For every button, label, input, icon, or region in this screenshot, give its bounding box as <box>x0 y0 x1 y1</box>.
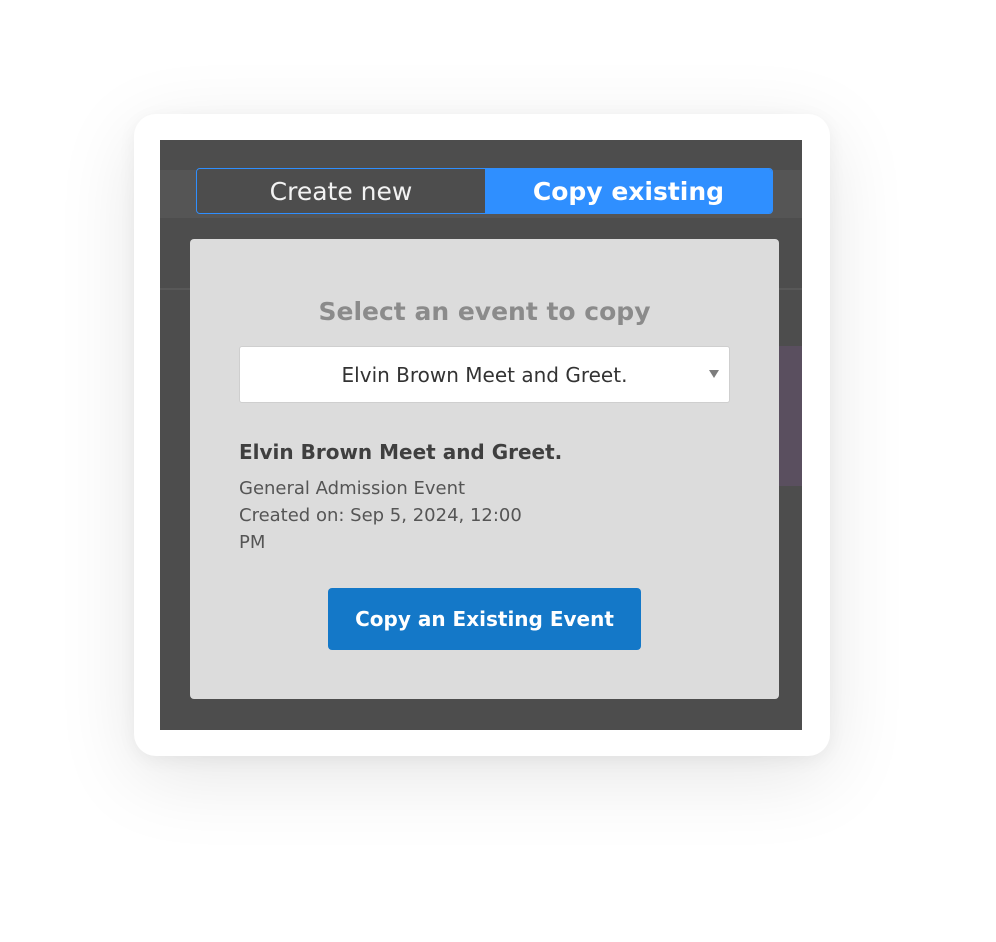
tab-copy-existing[interactable]: Copy existing <box>485 169 772 213</box>
event-detail-title: Elvin Brown Meet and Greet. <box>239 440 563 464</box>
event-mode-toggle: Create new Copy existing <box>196 168 773 214</box>
event-select[interactable]: Elvin Brown Meet and Greet. <box>239 346 730 403</box>
tab-create-new[interactable]: Create new <box>197 169 485 213</box>
event-select-value: Elvin Brown Meet and Greet. <box>341 362 628 387</box>
event-detail-type: General Admission Event <box>239 478 466 499</box>
copy-existing-event-button[interactable]: Copy an Existing Event <box>328 588 641 650</box>
chevron-down-icon <box>709 370 719 378</box>
modal-overlay: Create new Copy existing Select an event… <box>160 140 802 730</box>
panel-heading: Select an event to copy <box>318 297 651 326</box>
copy-event-panel: Select an event to copy Elvin Brown Meet… <box>190 239 779 699</box>
event-detail-created: Created on: Sep 5, 2024, 12:00 PM <box>239 505 522 553</box>
